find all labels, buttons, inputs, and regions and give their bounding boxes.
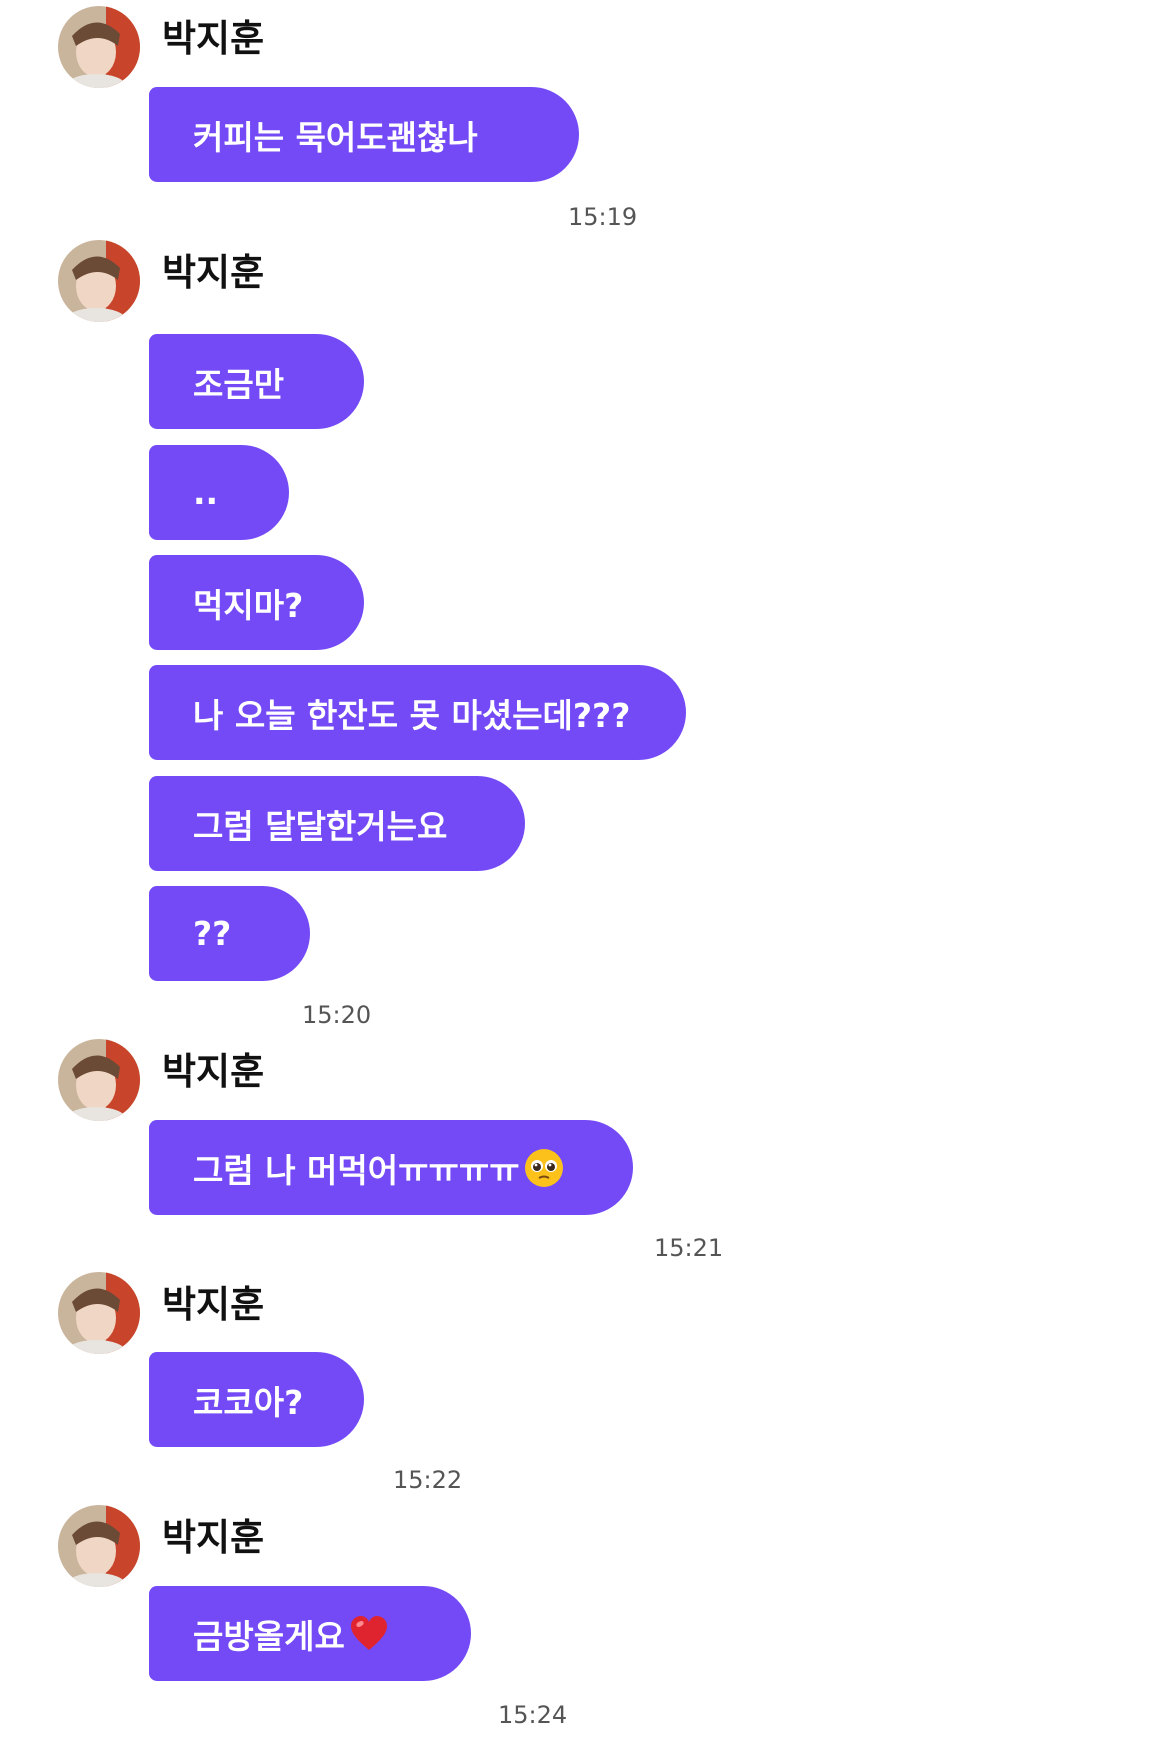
message-bubble[interactable]: 그럼 달달한거는요 bbox=[149, 776, 525, 871]
message-bubble[interactable]: 코코아? bbox=[149, 1352, 364, 1447]
message-bubble[interactable]: 그럼 나 머먹어ㅠㅠㅠㅠ bbox=[149, 1120, 633, 1215]
message-bubble[interactable]: 금방올게요 bbox=[149, 1586, 471, 1681]
message-bubble[interactable]: 먹지마? bbox=[149, 555, 364, 650]
message-bubble[interactable]: ?? bbox=[149, 886, 310, 981]
message-timestamp: 15:21 bbox=[654, 1234, 724, 1262]
message-bubble[interactable]: 커피는 묵어도괜찮나 bbox=[149, 87, 579, 182]
sender-avatar[interactable] bbox=[58, 1505, 140, 1587]
sender-avatar[interactable] bbox=[58, 1272, 140, 1354]
message-timestamp: 15:24 bbox=[498, 1701, 568, 1729]
avatar-photo bbox=[58, 1505, 140, 1587]
pleading-face-emoji bbox=[524, 1148, 563, 1187]
message-bubble[interactable]: 나 오늘 한잔도 못 마셨는데??? bbox=[149, 665, 686, 760]
message-text: 나 오늘 한잔도 못 마셨는데??? bbox=[193, 695, 631, 735]
message-text: 먹지마? bbox=[193, 585, 304, 625]
red-heart-emoji bbox=[350, 1615, 387, 1650]
avatar-photo bbox=[58, 240, 140, 322]
sender-avatar[interactable] bbox=[58, 1039, 140, 1121]
sender-avatar[interactable] bbox=[58, 240, 140, 322]
avatar-photo bbox=[58, 1039, 140, 1121]
message-timestamp: 15:19 bbox=[568, 203, 638, 231]
message-text: 그럼 달달한거는요 bbox=[193, 806, 448, 846]
avatar-photo bbox=[58, 1272, 140, 1354]
sender-name: 박지훈 bbox=[162, 1516, 265, 1559]
message-text: ?? bbox=[193, 914, 232, 953]
sender-name: 박지훈 bbox=[162, 251, 265, 294]
message-text: 코코아? bbox=[193, 1382, 304, 1422]
sender-name: 박지훈 bbox=[162, 1050, 265, 1093]
message-text: .. bbox=[193, 473, 219, 512]
sender-name: 박지훈 bbox=[162, 17, 265, 60]
message-bubble[interactable]: .. bbox=[149, 445, 289, 540]
sender-avatar[interactable] bbox=[58, 6, 140, 88]
message-timestamp: 15:22 bbox=[393, 1466, 463, 1494]
message-text: 조금만 bbox=[193, 364, 285, 404]
sender-name: 박지훈 bbox=[162, 1283, 265, 1326]
message-timestamp: 15:20 bbox=[302, 1001, 372, 1029]
message-text: 금방올게요 bbox=[193, 1616, 345, 1656]
message-bubble[interactable]: 조금만 bbox=[149, 334, 364, 429]
message-text: 커피는 묵어도괜찮나 bbox=[193, 117, 478, 157]
message-text: 그럼 나 머먹어ㅠㅠㅠㅠ bbox=[193, 1150, 520, 1190]
avatar-photo bbox=[58, 6, 140, 88]
